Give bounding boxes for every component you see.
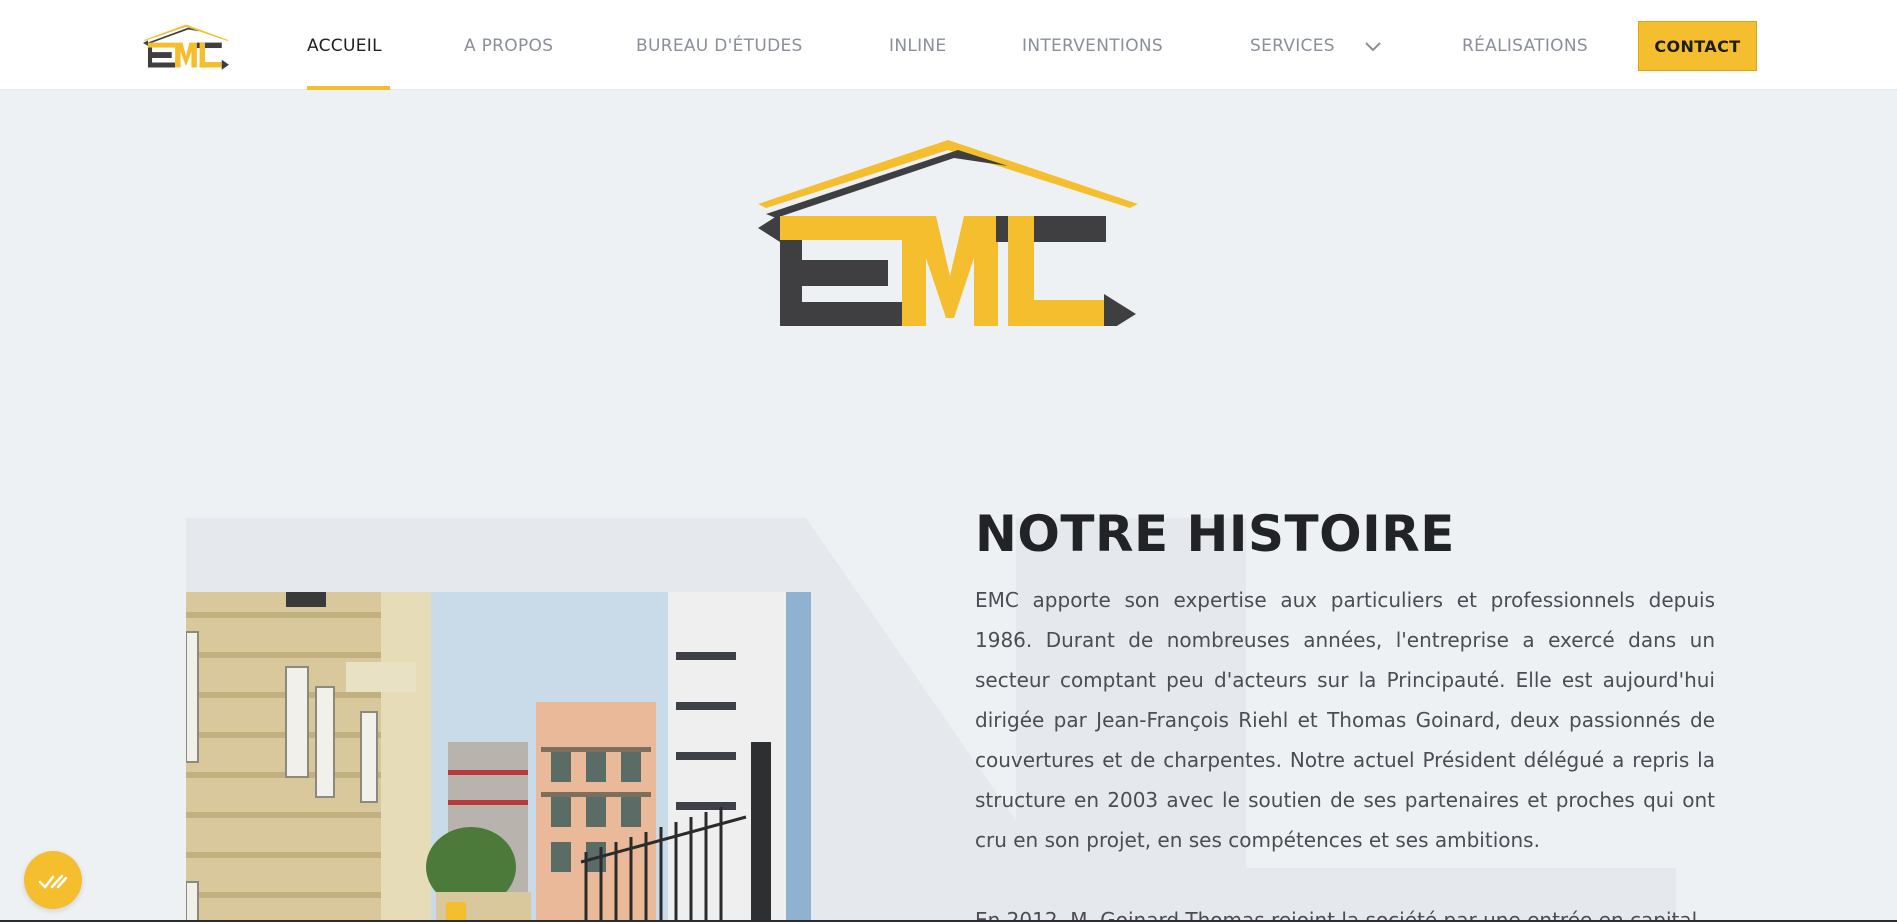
accessibility-icon: [38, 874, 68, 889]
nav-item-bureau-etudes[interactable]: BUREAU D'ÉTUDES: [636, 36, 803, 56]
contact-button[interactable]: CONTACT: [1638, 21, 1757, 71]
nav-item-services[interactable]: SERVICES: [1250, 36, 1335, 56]
history-paragraph: En 2012, M. Goinard Thomas rejoint la so…: [975, 908, 1698, 922]
active-nav-indicator: [307, 86, 390, 90]
building-photo: [186, 592, 811, 922]
nav-item-realisations[interactable]: RÉALISATIONS: [1462, 36, 1588, 56]
emc-logo-large: [758, 140, 1138, 326]
main-nav: ACCUEIL A PROPOS BUREAU D'ÉTUDES INLINE …: [0, 0, 1897, 90]
accessibility-button[interactable]: [24, 851, 82, 909]
section-title: NOTRE HISTOIRE: [975, 505, 1455, 563]
history-paragraph: EMC apporte son expertise aux particulie…: [975, 588, 1715, 852]
nav-item-inline[interactable]: INLINE: [889, 36, 946, 56]
chevron-down-icon[interactable]: [1364, 40, 1382, 54]
history-body: EMC apporte son expertise aux particulie…: [975, 580, 1715, 922]
nav-item-interventions[interactable]: INTERVENTIONS: [1022, 36, 1163, 56]
nav-item-accueil[interactable]: ACCUEIL: [307, 36, 382, 56]
nav-item-a-propos[interactable]: A PROPOS: [464, 36, 553, 56]
site-header: ACCUEIL A PROPOS BUREAU D'ÉTUDES INLINE …: [0, 0, 1897, 90]
